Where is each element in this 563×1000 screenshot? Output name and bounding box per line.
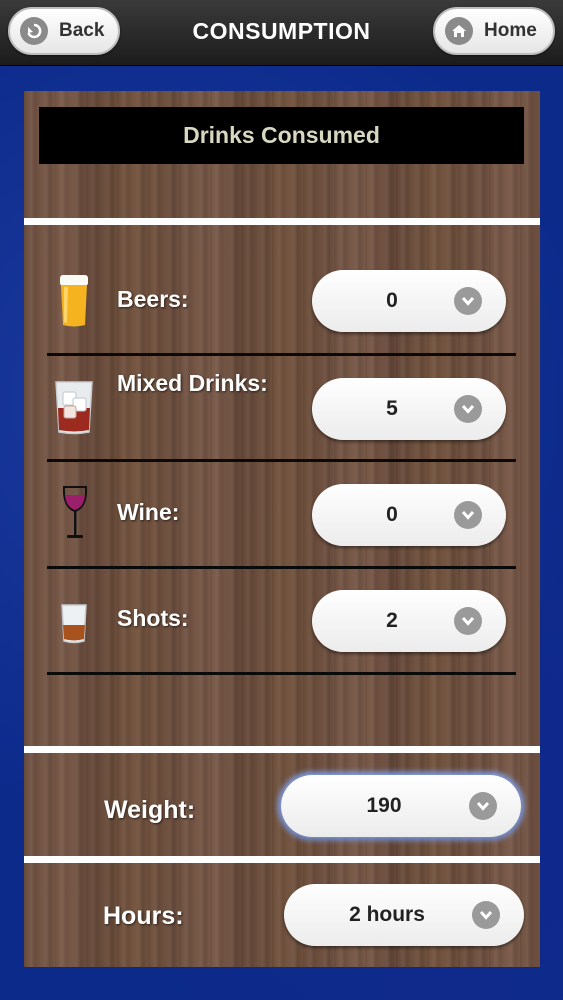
wine-select[interactable]: 0 <box>312 484 506 546</box>
chevron-down-icon <box>454 395 482 423</box>
hours-label: Hours: <box>103 902 184 930</box>
home-button[interactable]: Home <box>433 7 555 55</box>
chevron-down-icon <box>469 792 497 820</box>
divider <box>24 218 540 225</box>
shot-glass-icon <box>61 603 87 650</box>
section-title-bar: Drinks Consumed <box>39 107 524 164</box>
chevron-down-icon <box>454 287 482 315</box>
home-icon <box>445 17 473 45</box>
top-bar: Back CONSUMPTION Home <box>0 0 563 66</box>
page-title: CONSUMPTION <box>192 18 371 44</box>
beers-select[interactable]: 0 <box>312 270 506 332</box>
beers-label: Beers: <box>117 286 189 312</box>
wine-value: 0 <box>386 503 398 526</box>
back-button[interactable]: Back <box>8 7 120 55</box>
row-divider <box>47 566 516 569</box>
row-divider <box>47 459 516 462</box>
beer-glass-icon <box>58 273 90 334</box>
beers-value: 0 <box>386 289 398 312</box>
wine-label: Wine: <box>117 499 180 525</box>
chevron-down-icon <box>454 607 482 635</box>
shots-label: Shots: <box>117 605 189 631</box>
wine-glass-icon <box>62 485 88 546</box>
weight-label: Weight: <box>104 796 196 824</box>
section-title: Drinks Consumed <box>183 122 380 148</box>
shots-select[interactable]: 2 <box>312 590 506 652</box>
hours-value: 2 hours <box>349 903 425 926</box>
row-divider <box>47 353 516 356</box>
chevron-down-icon <box>454 501 482 529</box>
mixed-drinks-select[interactable]: 5 <box>312 378 506 440</box>
back-arrow-icon <box>20 17 48 45</box>
mixed-drink-icon <box>54 378 94 441</box>
divider <box>24 856 540 863</box>
divider <box>24 746 540 753</box>
row-divider <box>47 672 516 675</box>
home-button-label: Home <box>484 20 537 41</box>
chevron-down-icon <box>472 901 500 929</box>
mixed-drinks-label: Mixed Drinks: <box>117 370 268 396</box>
shots-value: 2 <box>386 609 398 632</box>
weight-select[interactable]: 190 <box>281 775 521 837</box>
weight-value: 190 <box>366 794 402 817</box>
back-button-label: Back <box>59 20 105 41</box>
hours-select[interactable]: 2 hours <box>284 884 524 946</box>
mixed-drinks-value: 5 <box>386 397 398 420</box>
